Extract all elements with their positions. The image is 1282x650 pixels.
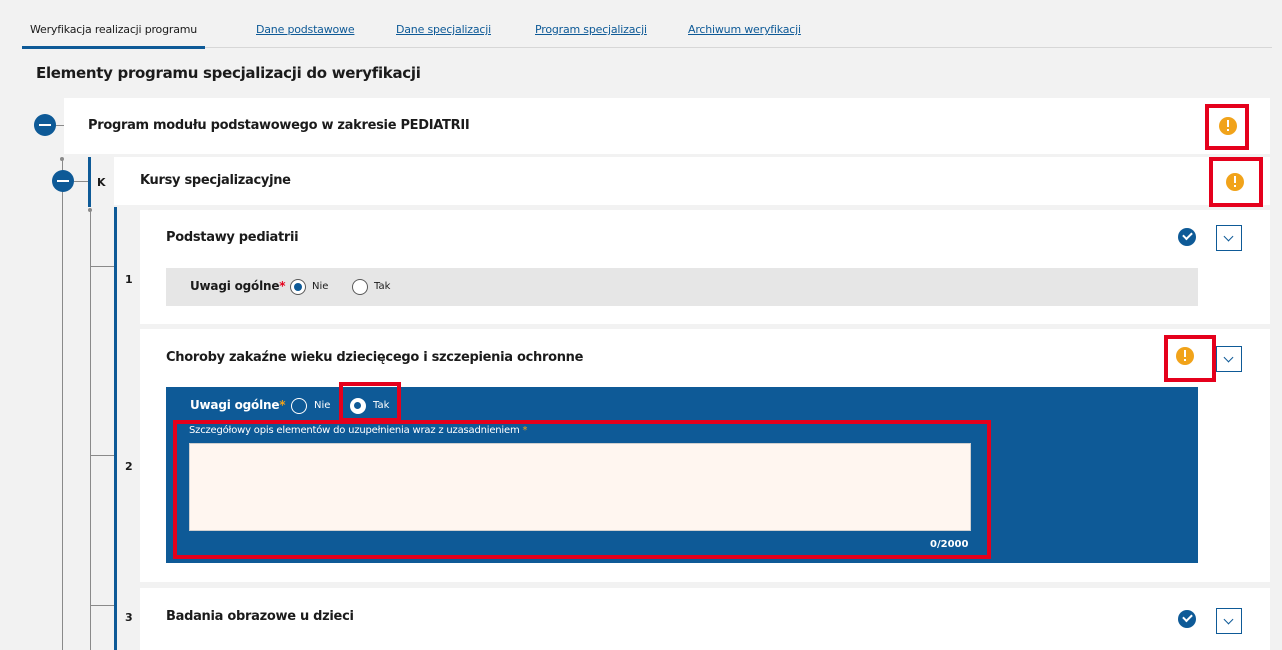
highlight-box [1164,335,1216,382]
module-title: Program modułu podstawowego w zakresie P… [88,118,470,133]
general-remarks-label: Uwagi ogólne* [190,398,286,412]
tab-bar: Weryfikacja realizacji programu Dane pod… [21,14,1272,49]
tree-connector [90,210,91,650]
group-title: Kursy specjalizacyjne [140,173,291,188]
item-card: Badania obrazowe u dzieci [140,588,1270,650]
module-card: Program modułu podstawowego w zakresie P… [64,98,1270,154]
item-title: Podstawy pediatrii [166,230,299,245]
tab-program-specjalizacji[interactable]: Program specjalizacji [535,23,647,36]
radio-nie-label: Nie [314,400,331,411]
radio-nie[interactable] [290,279,306,295]
page-title: Elementy programu specjalizacji do weryf… [36,64,421,82]
highlight-box [173,420,991,559]
group-accent-bar [88,157,91,207]
radio-tak-label: Tak [374,281,391,292]
item-number: 1 [125,273,133,286]
highlight-box [339,382,401,422]
item-number: 3 [125,611,133,624]
tree-connector [90,605,114,606]
general-remarks-label: Uwagi ogólne* [190,279,286,293]
collapse-module-button[interactable] [34,114,56,136]
radio-nie[interactable] [291,398,307,414]
highlight-box [1205,104,1249,150]
radio-tak[interactable] [352,279,368,295]
tree-connector [62,160,63,650]
highlight-box [1209,157,1263,207]
expand-button[interactable] [1216,346,1242,372]
item-title: Badania obrazowe u dzieci [166,609,354,624]
check-icon [1178,610,1196,628]
tab-dane-podstawowe[interactable]: Dane podstawowe [256,23,355,36]
tab-archiwum-weryfikacji[interactable]: Archiwum weryfikacji [688,23,801,36]
expand-button[interactable] [1216,608,1242,634]
collapse-group-button[interactable] [52,170,74,192]
general-remarks-panel: Uwagi ogólne* Nie Tak [166,268,1198,306]
radio-nie-label: Nie [312,281,329,292]
item-title: Choroby zakaźne wieku dziecięcego i szcz… [166,350,584,365]
group-letter: K [97,176,106,189]
tree-connector [90,455,114,456]
check-icon [1178,228,1196,246]
tree-connector [74,181,88,182]
item-number: 2 [125,460,133,473]
tree-connector [56,125,64,126]
expand-button[interactable] [1216,225,1242,251]
tree-connector [90,266,114,267]
tab-weryfikacja-realizacji[interactable]: Weryfikacja realizacji programu [21,23,206,49]
item-card: Podstawy pediatrii Uwagi ogólne* Nie Tak [140,210,1270,324]
group-card: Kursy specjalizacyjne [114,157,1270,205]
item-accent-bar [114,207,117,650]
tab-dane-specjalizacji[interactable]: Dane specjalizacji [396,23,491,36]
